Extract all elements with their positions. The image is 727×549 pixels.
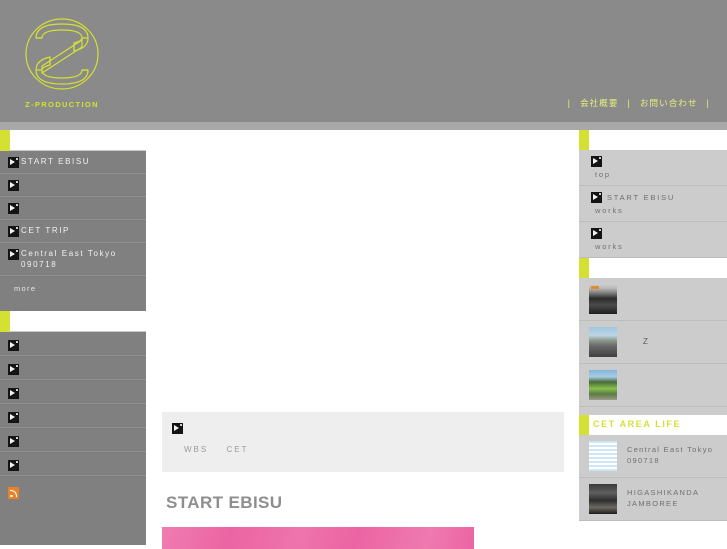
- blue-map-thumb: [589, 441, 617, 471]
- broken-image-icon: [591, 156, 602, 167]
- right-panel-3-header: CET AREA LIFE: [579, 415, 727, 435]
- sidebar-item-cet-trip[interactable]: CET TRIP: [0, 220, 146, 243]
- right-nav-title: START EBISU: [607, 192, 676, 202]
- article-tag-box: WBS CET: [162, 412, 564, 472]
- rss-icon: [8, 487, 19, 499]
- cet-item-higashikanda-jamboree[interactable]: HIGASHIKANDA JAMBOREE: [579, 478, 727, 521]
- site-logo[interactable]: Z-PRODUCTION: [16, 10, 108, 115]
- broken-image-icon: [8, 460, 19, 471]
- thumb-caption: Z: [643, 337, 649, 346]
- broken-image-icon: [591, 192, 602, 203]
- right-panel-2-header: [579, 258, 727, 278]
- nav-separator: |: [706, 98, 710, 108]
- broken-image-icon: [8, 436, 19, 447]
- sidebar-item-label: START EBISU: [21, 157, 91, 166]
- tag-cet[interactable]: CET: [226, 445, 248, 454]
- car-dashboard-thumb: [589, 284, 617, 314]
- cet-area-life-title: CET AREA LIFE: [593, 419, 682, 429]
- nav-link-contact[interactable]: お問い合わせ: [640, 97, 698, 109]
- sidebar2-item-4[interactable]: [0, 404, 146, 428]
- right-nav-item-start-ebisu[interactable]: START EBISU works: [579, 186, 727, 222]
- sidebar2-item-5[interactable]: [0, 428, 146, 452]
- accent-bar: [579, 130, 589, 150]
- sidebar-item-3[interactable]: [0, 197, 146, 220]
- right-nav-item-works[interactable]: works: [579, 222, 727, 258]
- green-car-landscape-thumb: [589, 370, 617, 400]
- broken-image-icon: [8, 249, 19, 260]
- cet-item-central-east-tokyo[interactable]: Central East Tokyo 090718: [579, 435, 727, 478]
- broken-image-icon: [8, 364, 19, 375]
- broken-image-icon: [8, 226, 19, 237]
- z-production-logo-icon: [25, 18, 99, 90]
- sidebar2-item-3[interactable]: [0, 380, 146, 404]
- sidebar-more-link[interactable]: more: [0, 276, 146, 301]
- sidebar2-item-1[interactable]: [0, 332, 146, 356]
- right-panel-2: Z: [579, 278, 727, 415]
- right-nav-sub: top: [595, 170, 611, 179]
- sidebar-item-start-ebisu[interactable]: START EBISU: [0, 151, 146, 174]
- panel-padding: [579, 407, 727, 415]
- tag-wbs[interactable]: WBS: [184, 445, 208, 454]
- sidebar2-item-2[interactable]: [0, 356, 146, 380]
- broken-image-icon: [8, 157, 19, 168]
- right-nav-sub: works: [595, 242, 624, 251]
- right-sidebar: top START EBISU works works Z CET AREA L…: [579, 130, 727, 545]
- car-street-thumb: [589, 327, 617, 357]
- broken-image-icon: [8, 340, 19, 351]
- thumb-item-3[interactable]: [579, 364, 727, 407]
- night-event-thumb: [589, 484, 617, 514]
- left-panel-1-header: [0, 130, 146, 151]
- accent-bar: [579, 258, 589, 278]
- top-navigation: | 会社概要 | お問い合わせ |: [559, 97, 719, 109]
- right-panel-3: Central East Tokyo 090718 HIGASHIKANDA J…: [579, 435, 727, 521]
- broken-image-icon: [591, 228, 602, 239]
- thumb-item-1[interactable]: [579, 278, 727, 321]
- sidebar-item-2[interactable]: [0, 174, 146, 197]
- page-title: START EBISU: [166, 493, 283, 512]
- nav-separator: |: [567, 98, 572, 108]
- hero-banner-image: [162, 527, 474, 549]
- logo-wordmark: Z-PRODUCTION: [25, 100, 99, 109]
- broken-image-icon: [8, 180, 19, 191]
- broken-image-icon: [172, 423, 183, 434]
- sidebar-item-label: Central East Tokyo 090718: [21, 249, 117, 269]
- header-underline-strip: [0, 122, 727, 130]
- left-panel-2-header: [0, 311, 146, 332]
- right-panel-1: top START EBISU works works: [579, 150, 727, 258]
- tag-list: WBS CET: [184, 445, 262, 454]
- thumb-item-2[interactable]: Z: [579, 321, 727, 364]
- sidebar2-item-6[interactable]: [0, 452, 146, 476]
- sidebar-item-central-east-tokyo[interactable]: Central East Tokyo 090718: [0, 243, 146, 276]
- right-nav-item-top[interactable]: top: [579, 150, 727, 186]
- accent-bar: [0, 311, 10, 332]
- site-header: Z-PRODUCTION | 会社概要 | お問い合わせ |: [0, 0, 727, 122]
- main-content: WBS CET START EBISU: [146, 130, 579, 549]
- broken-image-icon: [8, 203, 19, 214]
- right-nav-sub: works: [595, 206, 624, 215]
- rss-feed-link[interactable]: [0, 476, 146, 512]
- cet-item-caption: Central East Tokyo 090718: [627, 445, 714, 465]
- right-panel-1-header: [579, 130, 727, 150]
- sidebar-item-label: CET TRIP: [21, 226, 70, 235]
- nav-separator: |: [627, 98, 631, 108]
- broken-image-icon: [8, 412, 19, 423]
- accent-bar: [0, 130, 10, 151]
- left-sidebar-panel-2: [0, 311, 146, 545]
- cet-item-caption: HIGASHIKANDA JAMBOREE: [627, 488, 699, 508]
- accent-bar: [579, 415, 589, 435]
- nav-link-company[interactable]: 会社概要: [580, 97, 618, 109]
- broken-image-icon: [8, 388, 19, 399]
